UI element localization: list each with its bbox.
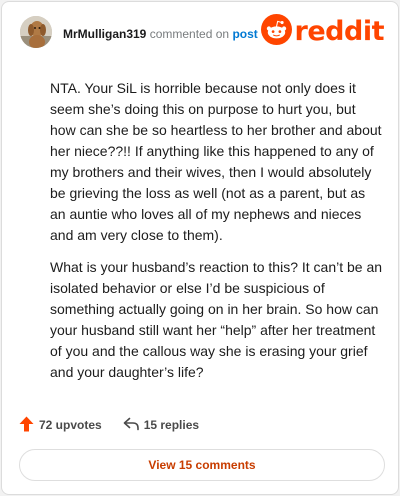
comment-body: NTA. Your SiL is horrible because not on… (50, 78, 384, 394)
comment-actions: 72 upvotes 15 replies (19, 415, 199, 435)
avatar[interactable] (20, 16, 52, 48)
comment-meta: MrMulligan319 commented on post (63, 27, 258, 41)
upvote-button[interactable]: 72 upvotes (19, 416, 102, 435)
post-link[interactable]: post (232, 27, 257, 41)
comment-paragraph: NTA. Your SiL is horrible because not on… (50, 80, 382, 243)
comment-card: MrMulligan319 commented on post reddit N… (1, 1, 399, 495)
reddit-wordmark: reddit (294, 16, 385, 47)
commented-on-text: commented on (149, 27, 230, 41)
upvotes-count: 72 upvotes (39, 418, 102, 432)
replies-button[interactable]: 15 replies (123, 417, 199, 434)
comment-paragraph: What is your husband’s reaction to this?… (50, 259, 383, 380)
reply-arrow-icon (123, 417, 144, 434)
view-comments-button[interactable]: View 15 comments (19, 449, 385, 481)
comment-header: MrMulligan319 commented on post reddit (20, 14, 385, 52)
username-link[interactable]: MrMulligan319 (63, 27, 146, 41)
reddit-logo[interactable]: reddit (260, 14, 385, 50)
replies-count: 15 replies (143, 418, 200, 432)
reddit-snoo-icon (260, 14, 292, 50)
upvote-arrow-icon (19, 416, 39, 435)
